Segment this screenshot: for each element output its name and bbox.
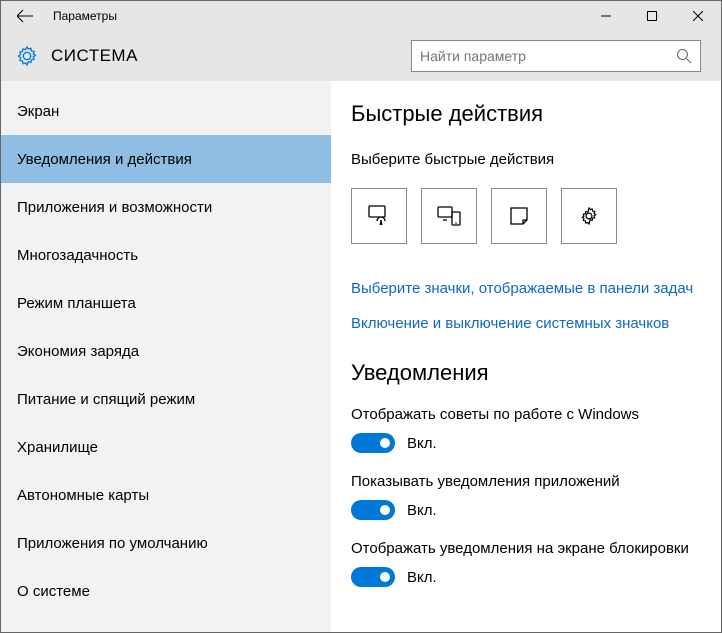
quick-actions-subtitle: Выберите быстрые действия (351, 151, 697, 168)
sidebar-item-power[interactable]: Питание и спящий режим (1, 375, 331, 423)
setting-label: Показывать уведомления приложений (351, 473, 697, 490)
header-bar: СИСТЕМА (1, 31, 721, 81)
sidebar-item-about[interactable]: О системе (1, 567, 331, 615)
back-button[interactable] (1, 1, 49, 31)
quick-actions-heading: Быстрые действия (351, 101, 697, 127)
body: Экран Уведомления и действия Приложения … (1, 81, 721, 632)
sidebar-item-default-apps[interactable]: Приложения по умолчанию (1, 519, 331, 567)
quick-action-tablet-mode[interactable] (351, 188, 407, 244)
system-icons-link[interactable]: Включение и выключение системных значков (351, 315, 697, 332)
toggle-app-notifications[interactable] (351, 500, 395, 520)
quick-action-connect[interactable] (421, 188, 477, 244)
quick-actions-row (351, 188, 697, 244)
maximize-button[interactable] (629, 1, 675, 31)
tablet-mode-icon (366, 203, 392, 229)
setting-label: Отображать советы по работе с Windows (351, 406, 697, 423)
window-title: Параметры (49, 9, 583, 23)
sidebar-item-notifications[interactable]: Уведомления и действия (1, 135, 331, 183)
search-box[interactable] (411, 40, 701, 72)
sidebar-item-display[interactable]: Экран (1, 87, 331, 135)
close-button[interactable] (675, 1, 721, 31)
sidebar-item-storage[interactable]: Хранилище (1, 423, 331, 471)
note-icon (508, 205, 530, 227)
sidebar-item-battery[interactable]: Экономия заряда (1, 327, 331, 375)
toggle-state: Вкл. (407, 435, 437, 452)
content-area: Быстрые действия Выберите быстрые действ… (331, 81, 721, 632)
quick-action-note[interactable] (491, 188, 547, 244)
search-icon (676, 48, 692, 64)
settings-gear-icon (13, 45, 41, 67)
sidebar-item-multitasking[interactable]: Многозадачность (1, 231, 331, 279)
setting-label: Отображать уведомления на экране блокиро… (351, 540, 697, 557)
sidebar: Экран Уведомления и действия Приложения … (1, 81, 331, 632)
toggle-state: Вкл. (407, 502, 437, 519)
taskbar-icons-link[interactable]: Выберите значки, отображаемые в панели з… (351, 280, 697, 297)
toggle-windows-tips[interactable] (351, 433, 395, 453)
notifications-heading: Уведомления (351, 360, 697, 386)
toggle-state: Вкл. (407, 569, 437, 586)
search-input[interactable] (420, 48, 676, 64)
quick-action-all-settings[interactable] (561, 188, 617, 244)
setting-app-notifications: Показывать уведомления приложений Вкл. (351, 473, 697, 520)
titlebar: Параметры (1, 1, 721, 31)
sidebar-item-offline-maps[interactable]: Автономные карты (1, 471, 331, 519)
minimize-button[interactable] (583, 1, 629, 31)
sidebar-item-tablet-mode[interactable]: Режим планшета (1, 279, 331, 327)
connect-icon (436, 203, 462, 229)
sidebar-item-apps[interactable]: Приложения и возможности (1, 183, 331, 231)
window-controls (583, 1, 721, 31)
setting-windows-tips: Отображать советы по работе с Windows Вк… (351, 406, 697, 453)
setting-lockscreen-notifications: Отображать уведомления на экране блокиро… (351, 540, 697, 587)
toggle-lockscreen-notifications[interactable] (351, 567, 395, 587)
all-settings-icon (578, 205, 600, 227)
page-title: СИСТЕМА (51, 46, 401, 66)
